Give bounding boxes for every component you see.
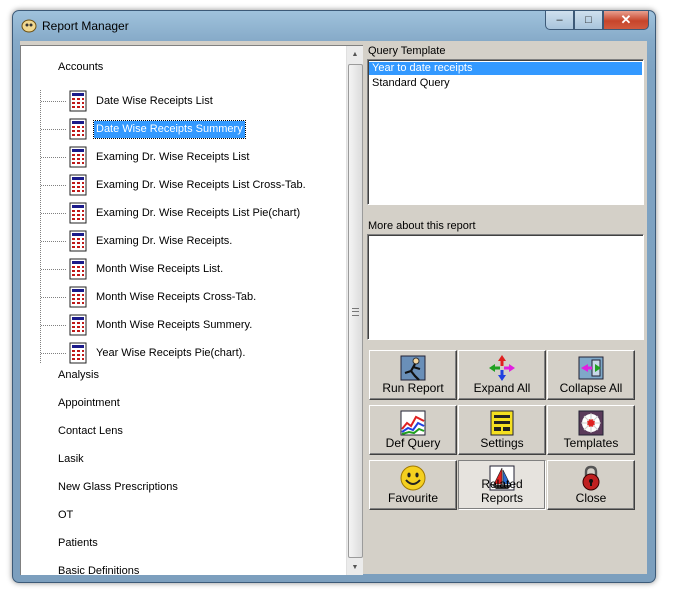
smiley-icon <box>400 465 426 491</box>
button-label: Expand All <box>473 381 531 395</box>
tree-item-selected[interactable]: Date Wise Receipts Summery <box>67 118 246 140</box>
tree-item[interactable]: Examing Dr. Wise Receipts List Pie(chart… <box>67 202 302 224</box>
report-doc-icon <box>67 342 89 364</box>
button-label: Settings <box>480 436 524 450</box>
scroll-grip-icon <box>352 308 359 316</box>
report-doc-icon <box>67 174 89 196</box>
report-doc-icon <box>67 146 89 168</box>
more-about-label: More about this report <box>368 220 476 232</box>
button-label: Run Report <box>382 381 444 395</box>
tree-group-new-glass-prescriptions[interactable]: New Glass Prescriptions <box>58 481 178 493</box>
templates-button[interactable]: Templates <box>547 405 635 455</box>
favourite-button[interactable]: Favourite <box>369 460 457 510</box>
tree-group-basic-definitions[interactable]: Basic Definitions <box>58 565 139 575</box>
run-report-icon <box>400 355 426 381</box>
tree-item-label: Year Wise Receipts Pie(chart). <box>96 346 246 359</box>
button-label: Related Reports <box>480 477 524 505</box>
tree-item-label: Date Wise Receipts List <box>96 94 213 107</box>
tree-item[interactable]: Date Wise Receipts List <box>67 90 215 112</box>
tree-group-ot[interactable]: OT <box>58 509 73 521</box>
query-template-item[interactable]: Standard Query <box>369 77 642 90</box>
tree-group-patients[interactable]: Patients <box>58 537 98 549</box>
scroll-thumb[interactable] <box>348 64 363 558</box>
title-bar[interactable]: Report Manager – □ ✕ <box>13 11 655 41</box>
def-query-chart-icon <box>400 410 426 436</box>
tree-item[interactable]: Month Wise Receipts Cross-Tab. <box>67 286 258 308</box>
tree-item-label: Month Wise Receipts Summery. <box>96 318 253 331</box>
query-template-list[interactable]: Year to date receipts Standard Query <box>367 59 644 205</box>
related-reports-button[interactable]: Related Reports <box>458 460 546 510</box>
report-doc-icon <box>67 230 89 252</box>
tree-item[interactable]: Month Wise Receipts Summery. <box>67 314 254 336</box>
query-template-label: Query Template <box>368 45 446 57</box>
tree-item-label: Date Wise Receipts Summery <box>93 119 246 139</box>
settings-icon <box>490 410 514 436</box>
button-label: Close <box>575 491 607 505</box>
button-label: Favourite <box>387 491 439 505</box>
button-label: Def Query <box>385 436 441 450</box>
tree-item[interactable]: Month Wise Receipts List. <box>67 258 225 280</box>
expand-all-icon <box>489 355 515 381</box>
run-report-button[interactable]: Run Report <box>369 350 457 400</box>
query-template-item-selected[interactable]: Year to date receipts <box>369 62 642 75</box>
report-doc-icon <box>67 286 89 308</box>
padlock-icon <box>582 465 600 491</box>
window-title: Report Manager <box>42 19 129 33</box>
tree-item-label: Month Wise Receipts Cross-Tab. <box>96 290 257 303</box>
def-query-button[interactable]: Def Query <box>369 405 457 455</box>
report-doc-icon <box>67 202 89 224</box>
scroll-down-arrow[interactable]: ▼ <box>347 559 363 575</box>
tree-group-appointment[interactable]: Appointment <box>58 397 120 409</box>
tree-group-analysis[interactable]: Analysis <box>58 369 99 381</box>
tree-item[interactable]: Examing Dr. Wise Receipts List <box>67 146 251 168</box>
tree-connector <box>40 90 41 363</box>
minimize-button[interactable]: – <box>545 11 574 30</box>
report-doc-icon <box>67 258 89 280</box>
close-button[interactable]: Close <box>547 460 635 510</box>
scroll-up-arrow[interactable]: ▲ <box>347 46 363 62</box>
tree-item-label: Examing Dr. Wise Receipts List Cross-Tab… <box>96 178 306 191</box>
tree-item-label: Month Wise Receipts List. <box>96 262 224 275</box>
tree-item-label: Examing Dr. Wise Receipts List <box>96 150 250 163</box>
report-tree[interactable]: Accounts Date Wise Receipts List Date Wi… <box>20 45 363 575</box>
tree-item[interactable]: Year Wise Receipts Pie(chart). <box>67 342 247 364</box>
report-doc-icon <box>67 90 89 112</box>
tree-item-label: Examing Dr. Wise Receipts List Pie(chart… <box>96 206 301 219</box>
maximize-button[interactable]: □ <box>574 11 603 30</box>
button-label: Collapse All <box>559 381 623 395</box>
templates-icon <box>578 410 604 436</box>
expand-all-button[interactable]: Expand All <box>458 350 546 400</box>
client-area: Accounts Date Wise Receipts List Date Wi… <box>20 41 647 575</box>
tree-group-lasik[interactable]: Lasik <box>58 453 84 465</box>
button-label: Templates <box>563 436 619 450</box>
collapse-all-icon <box>578 356 604 380</box>
settings-button[interactable]: Settings <box>458 405 546 455</box>
tree-item[interactable]: Examing Dr. Wise Receipts List Cross-Tab… <box>67 174 308 196</box>
close-window-button[interactable]: ✕ <box>603 11 649 30</box>
tree-item[interactable]: Examing Dr. Wise Receipts. <box>67 230 234 252</box>
tree-group-accounts[interactable]: Accounts <box>58 61 103 73</box>
report-doc-icon <box>67 118 89 140</box>
report-doc-icon <box>67 314 89 336</box>
tree-scrollbar[interactable]: ▲ ▼ <box>346 46 363 575</box>
tree-group-contact-lens[interactable]: Contact Lens <box>58 425 123 437</box>
tree-item-label: Examing Dr. Wise Receipts. <box>96 234 233 247</box>
collapse-all-button[interactable]: Collapse All <box>547 350 635 400</box>
report-description-box[interactable] <box>367 234 644 340</box>
app-icon <box>21 19 37 33</box>
report-manager-window: Report Manager – □ ✕ Accounts Date Wise … <box>12 10 656 583</box>
